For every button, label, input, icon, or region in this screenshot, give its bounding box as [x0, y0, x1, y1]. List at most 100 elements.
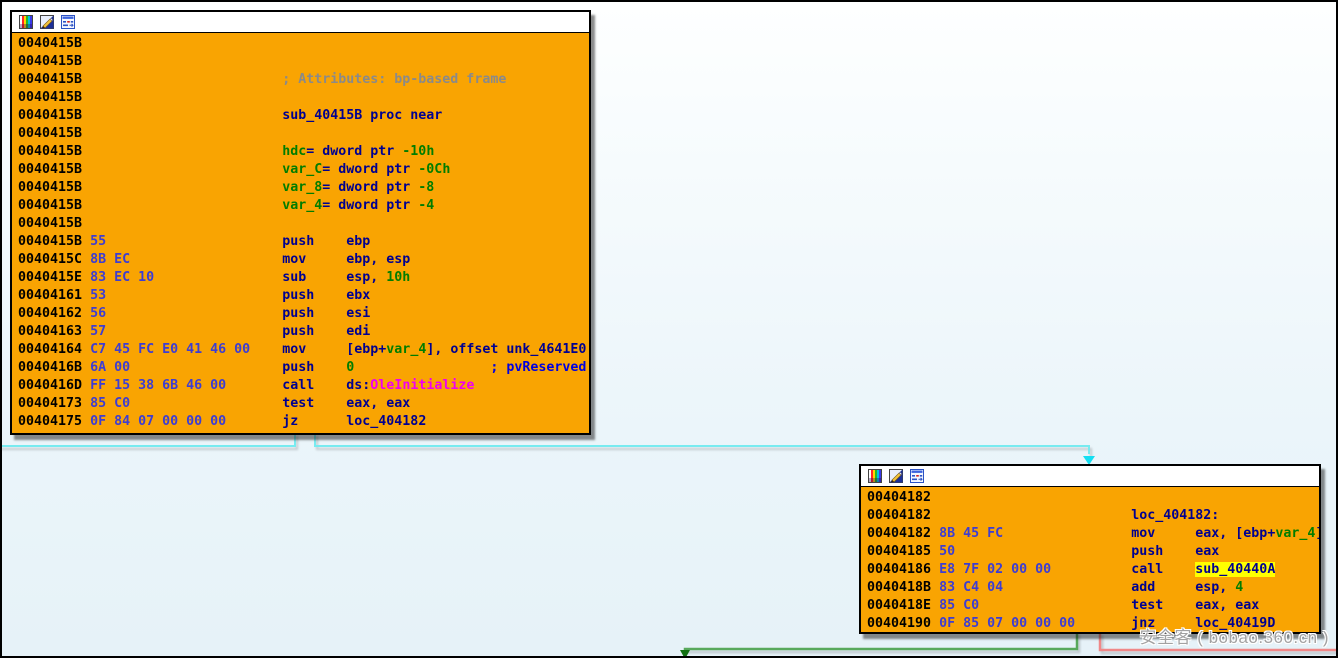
asm-token[interactable] — [106, 288, 282, 303]
asm-token[interactable]: 00404163 — [18, 324, 90, 339]
asm-token[interactable] — [1155, 526, 1195, 541]
asm-token[interactable] — [955, 544, 1131, 559]
asm-token[interactable]: = dword ptr — [322, 198, 418, 213]
asm-token[interactable]: 0F 84 07 00 00 00 — [90, 414, 226, 429]
asm-token[interactable]: hdc — [282, 144, 306, 159]
graph-node-sub_40415B[interactable]: 0040415B0040415B0040415B ; Attributes: b… — [10, 10, 591, 435]
group-icon[interactable] — [910, 469, 924, 483]
asm-line[interactable]: 00404185 50 push eax — [867, 543, 1319, 561]
asm-token[interactable] — [314, 288, 346, 303]
asm-token[interactable] — [1051, 562, 1131, 577]
asm-token[interactable] — [1163, 562, 1195, 577]
asm-token[interactable]: 0040415B — [18, 108, 82, 123]
palette-icon[interactable] — [19, 15, 33, 29]
asm-token[interactable] — [314, 378, 346, 393]
asm-token[interactable] — [314, 360, 346, 375]
asm-token[interactable] — [314, 234, 346, 249]
asm-token[interactable]: 50 — [939, 544, 955, 559]
asm-token[interactable]: 0040415B — [18, 144, 82, 159]
asm-token[interactable] — [306, 252, 346, 267]
asm-token[interactable]: ds: — [346, 378, 370, 393]
asm-token[interactable]: push — [282, 360, 314, 375]
asm-token[interactable]: 85 C0 — [939, 598, 979, 613]
asm-token[interactable] — [1003, 580, 1131, 595]
asm-token[interactable]: -0Ch — [418, 162, 450, 177]
asm-token[interactable] — [314, 324, 346, 339]
asm-token[interactable] — [1155, 580, 1195, 595]
asm-token[interactable]: OleInitialize — [370, 378, 474, 393]
asm-token[interactable] — [250, 342, 282, 357]
asm-line[interactable]: 0040415B 55 push ebp — [18, 233, 589, 251]
asm-token[interactable]: esp, — [1195, 580, 1235, 595]
asm-token[interactable] — [106, 306, 282, 321]
asm-token[interactable]: sub_40415B proc near — [282, 108, 442, 123]
asm-token[interactable]: 0040415B — [18, 36, 82, 51]
asm-token[interactable]: ; pvReserved — [490, 360, 586, 375]
group-icon[interactable] — [61, 15, 75, 29]
asm-token[interactable]: var_C — [282, 162, 322, 177]
asm-token[interactable]: C7 45 FC E0 41 46 00 — [90, 342, 250, 357]
asm-line[interactable]: 0040416D FF 15 38 6B 46 00 call ds:OleIn… — [18, 377, 589, 395]
asm-token[interactable]: 8B 45 FC — [939, 526, 1003, 541]
asm-line[interactable]: 0040415B hdc= dword ptr -10h — [18, 143, 589, 161]
graph-node-loc_404182[interactable]: 0040418200404182 loc_404182:00404182 8B … — [859, 464, 1321, 634]
asm-line[interactable]: 0040418E 85 C0 test eax, eax — [867, 597, 1319, 615]
asm-line[interactable]: 00404163 57 push edi — [18, 323, 589, 341]
asm-line[interactable]: 0040415B var_C= dword ptr -0Ch — [18, 161, 589, 179]
asm-token[interactable] — [314, 306, 346, 321]
asm-token[interactable]: eax — [1195, 544, 1219, 559]
asm-token[interactable]: esi — [346, 306, 370, 321]
asm-token[interactable]: ebx — [346, 288, 370, 303]
asm-token[interactable] — [306, 342, 346, 357]
asm-token[interactable] — [130, 396, 282, 411]
asm-token[interactable]: var_4 — [1275, 526, 1315, 541]
asm-token[interactable]: 56 — [90, 306, 106, 321]
asm-token[interactable]: call — [282, 378, 314, 393]
asm-token[interactable] — [82, 72, 282, 87]
asm-line[interactable]: 0040415B ; Attributes: bp-based frame — [18, 71, 589, 89]
asm-token[interactable]: var_4 — [386, 342, 426, 357]
asm-token[interactable]: 00404175 — [18, 414, 90, 429]
asm-token[interactable] — [298, 414, 346, 429]
asm-token[interactable]: 83 EC 10 — [90, 270, 154, 285]
asm-token[interactable]: 00404182 — [867, 490, 931, 505]
asm-token[interactable]: = dword ptr — [306, 144, 402, 159]
asm-line[interactable]: 0040415B — [18, 125, 589, 143]
asm-token[interactable]: ] — [1315, 526, 1321, 541]
asm-token[interactable] — [1075, 616, 1131, 631]
asm-token[interactable]: 00404185 — [867, 544, 939, 559]
asm-token[interactable]: call — [1131, 562, 1163, 577]
asm-line[interactable]: 0040418B 83 C4 04 add esp, 4 — [867, 579, 1319, 597]
asm-line[interactable]: 00404161 53 push ebx — [18, 287, 589, 305]
asm-token[interactable]: 53 — [90, 288, 106, 303]
asm-token[interactable]: ], offset unk_4641E0 — [426, 342, 586, 357]
asm-token[interactable]: 0040415B — [18, 234, 90, 249]
asm-token[interactable]: 85 C0 — [90, 396, 130, 411]
asm-line[interactable]: 0040415B var_8= dword ptr -8 — [18, 179, 589, 197]
asm-token[interactable]: = dword ptr — [322, 180, 418, 195]
asm-line[interactable]: 00404173 85 C0 test eax, eax — [18, 395, 589, 413]
asm-token[interactable] — [130, 360, 282, 375]
palette-icon[interactable] — [868, 469, 882, 483]
asm-token[interactable]: 0040415B — [18, 72, 82, 87]
asm-token[interactable]: 00404161 — [18, 288, 90, 303]
asm-token[interactable]: 0040415B — [18, 180, 82, 195]
asm-token[interactable]: test — [282, 396, 314, 411]
asm-token[interactable]: 00404162 — [18, 306, 90, 321]
asm-line[interactable]: 00404182 — [867, 489, 1319, 507]
asm-token[interactable] — [306, 270, 346, 285]
asm-token[interactable]: push — [282, 288, 314, 303]
asm-token[interactable]: 00404186 — [867, 562, 939, 577]
asm-token[interactable]: push — [1131, 544, 1163, 559]
asm-token[interactable]: 0040418B — [867, 580, 939, 595]
asm-token[interactable] — [106, 324, 282, 339]
asm-token[interactable]: FF 15 38 6B 46 00 — [90, 378, 226, 393]
asm-line[interactable]: 00404164 C7 45 FC E0 41 46 00 mov [ebp+v… — [18, 341, 589, 359]
asm-token[interactable]: 6A 00 — [90, 360, 130, 375]
asm-line[interactable]: 0040415B var_4= dword ptr -4 — [18, 197, 589, 215]
asm-token[interactable]: eax, eax — [1195, 598, 1259, 613]
asm-token[interactable]: eax, eax — [346, 396, 410, 411]
asm-token[interactable]: 0040415B — [18, 216, 82, 231]
asm-line[interactable]: 0040415C 8B EC mov ebp, esp — [18, 251, 589, 269]
asm-line[interactable]: 0040415E 83 EC 10 sub esp, 10h — [18, 269, 589, 287]
